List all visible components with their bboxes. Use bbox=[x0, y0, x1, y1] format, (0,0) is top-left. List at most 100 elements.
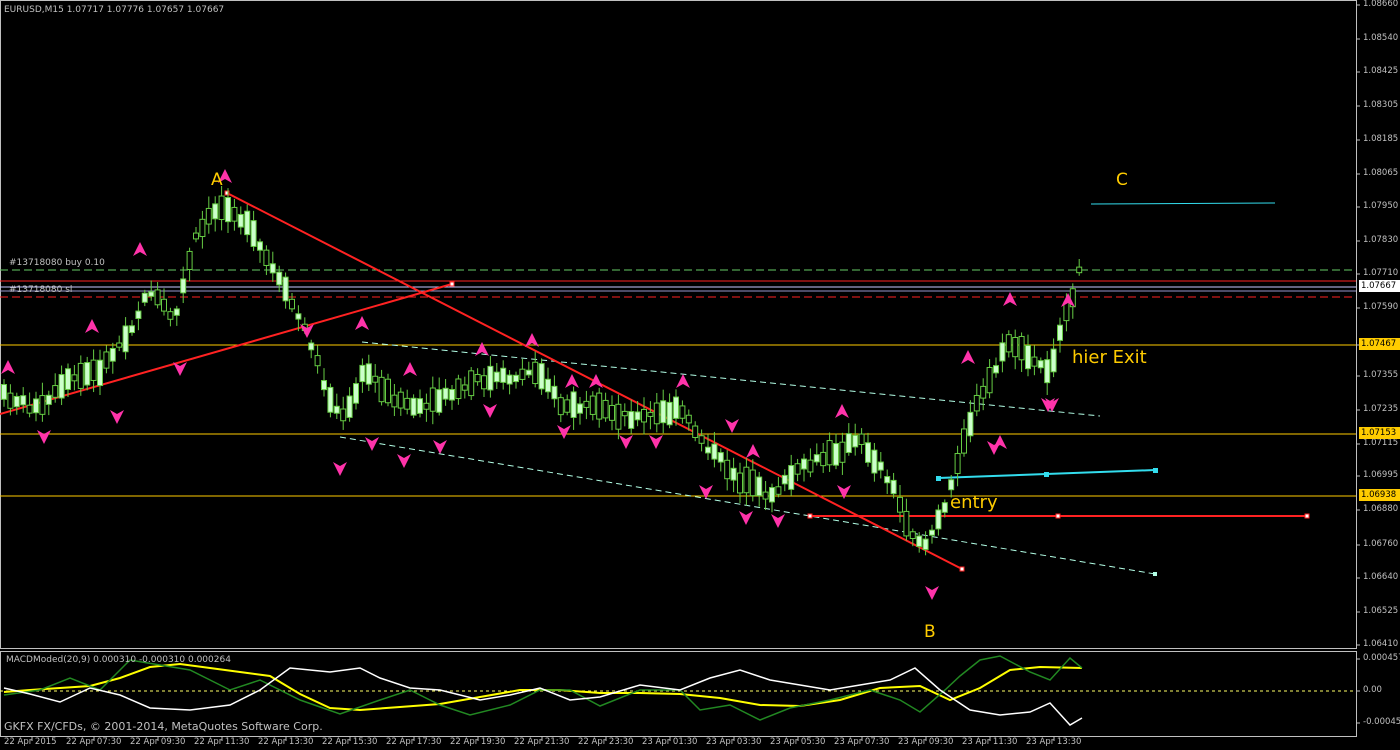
price-tick-label: 1.07235 bbox=[1363, 404, 1399, 414]
candle-body bbox=[749, 469, 756, 497]
candle-body bbox=[1057, 324, 1063, 341]
candle-body bbox=[1012, 336, 1019, 358]
fractal-down-arrow bbox=[483, 404, 497, 418]
fractal-down-arrow bbox=[649, 435, 663, 449]
fractal-down-arrow bbox=[397, 454, 411, 468]
candle-body bbox=[730, 467, 737, 481]
time-label: 22 Apr 11:30 bbox=[194, 737, 250, 747]
candle-body bbox=[833, 443, 839, 466]
level-2-value: 1.07153 bbox=[1361, 428, 1397, 438]
candle-body bbox=[346, 395, 353, 418]
fractal-down-arrow bbox=[173, 362, 187, 376]
candle-body bbox=[1037, 360, 1044, 369]
candle-body bbox=[212, 203, 219, 220]
candle-body bbox=[577, 403, 583, 414]
fractal-up-arrow bbox=[1003, 292, 1017, 306]
sl-order-label[interactable]: #13718080 sl bbox=[9, 285, 72, 295]
candle-body bbox=[359, 364, 366, 383]
candle-body bbox=[941, 502, 948, 513]
time-label: 23 Apr 07:30 bbox=[834, 737, 890, 747]
candle-body bbox=[551, 385, 558, 400]
candle-body bbox=[1025, 344, 1031, 370]
candle-body bbox=[506, 374, 513, 385]
candle-body bbox=[436, 389, 443, 413]
metatrader-chart-window[interactable]: EURUSD,M15 1.07717 1.07776 1.07657 1.076… bbox=[0, 0, 1400, 750]
candle-body bbox=[1005, 334, 1012, 353]
candle-body bbox=[77, 362, 84, 389]
price-tick-label: 1.06410 bbox=[1363, 639, 1399, 649]
candle-body bbox=[7, 392, 14, 409]
price-tick-label: 1.07355 bbox=[1363, 370, 1399, 380]
candle-body bbox=[269, 263, 276, 274]
macd-main-line bbox=[3, 667, 1083, 726]
candle-body bbox=[865, 442, 871, 463]
candle-body bbox=[13, 395, 20, 408]
cyan-handle bbox=[1153, 468, 1158, 473]
fractal-up-arrow bbox=[746, 444, 760, 458]
current-price-badge: 1.07667 bbox=[1359, 280, 1400, 292]
price-chart[interactable] bbox=[0, 0, 1400, 750]
candle-body bbox=[333, 405, 340, 414]
candle-body bbox=[737, 472, 743, 494]
candle-body bbox=[673, 396, 679, 419]
candle-body bbox=[455, 378, 462, 400]
copyright-text: GKFX FX/CFDs, © 2001-2014, MetaQuotes So… bbox=[4, 720, 323, 733]
fractal-down-arrow bbox=[333, 462, 347, 476]
candle-body bbox=[295, 313, 302, 320]
time-label: 22 Apr 07:30 bbox=[66, 737, 122, 747]
candle-body bbox=[826, 440, 833, 466]
candle-body bbox=[545, 378, 551, 393]
candle-body bbox=[186, 250, 193, 271]
candle-body bbox=[372, 375, 379, 383]
macd-tick-label: 0.00 bbox=[1363, 685, 1382, 695]
macd-tick-label: 0.00045753 bbox=[1363, 653, 1400, 663]
fractal-down-arrow bbox=[771, 514, 785, 528]
fractal-down-arrow bbox=[725, 419, 739, 433]
candle-body bbox=[743, 466, 750, 494]
candle-body bbox=[244, 210, 251, 236]
candle-body bbox=[141, 292, 148, 303]
candle-body bbox=[193, 232, 199, 240]
candle-body bbox=[487, 365, 494, 391]
candle-body bbox=[173, 308, 180, 316]
candle-body bbox=[180, 278, 187, 294]
candle-body bbox=[65, 368, 71, 390]
candle-body bbox=[237, 213, 244, 228]
fractal-down-arrow bbox=[925, 586, 939, 600]
candle-body bbox=[801, 458, 807, 470]
candle-body bbox=[97, 359, 103, 387]
time-label: 23 Apr 13:30 bbox=[1026, 737, 1082, 747]
candle-body bbox=[33, 398, 39, 414]
time-label: 22 Apr 19:30 bbox=[450, 737, 506, 747]
candle-body bbox=[199, 218, 206, 238]
candle-body bbox=[596, 392, 603, 420]
candle-body bbox=[365, 363, 372, 385]
candle-body bbox=[794, 463, 801, 475]
candle-body bbox=[391, 394, 398, 408]
candle-body bbox=[973, 394, 980, 412]
price-tick-label: 1.08305 bbox=[1363, 100, 1399, 110]
candle-body bbox=[705, 446, 711, 454]
candle-body bbox=[353, 383, 359, 404]
candle-body bbox=[1076, 266, 1083, 274]
candle-body bbox=[890, 479, 897, 495]
candle-body bbox=[858, 433, 865, 445]
candle-body bbox=[116, 342, 123, 348]
price-tick-label: 1.07830 bbox=[1363, 235, 1399, 245]
candle-body bbox=[666, 401, 673, 426]
candle-body bbox=[519, 368, 526, 380]
fractal-down-arrow bbox=[557, 425, 571, 439]
candle-body bbox=[685, 414, 692, 424]
main-pane-frame bbox=[0, 0, 1357, 649]
exit-label: hier Exit bbox=[1072, 347, 1147, 368]
channel-lower-line bbox=[339, 436, 1156, 575]
candle-body bbox=[961, 428, 967, 454]
candle-body bbox=[26, 404, 33, 414]
candle-body bbox=[525, 369, 532, 376]
candle-body bbox=[532, 361, 539, 385]
channel-handle bbox=[1153, 572, 1157, 576]
fractal-up-arrow bbox=[85, 319, 99, 333]
candle-body bbox=[71, 374, 78, 382]
buy-order-label[interactable]: #13718080 buy 0.10 bbox=[9, 258, 105, 268]
trend-handle bbox=[959, 566, 965, 572]
